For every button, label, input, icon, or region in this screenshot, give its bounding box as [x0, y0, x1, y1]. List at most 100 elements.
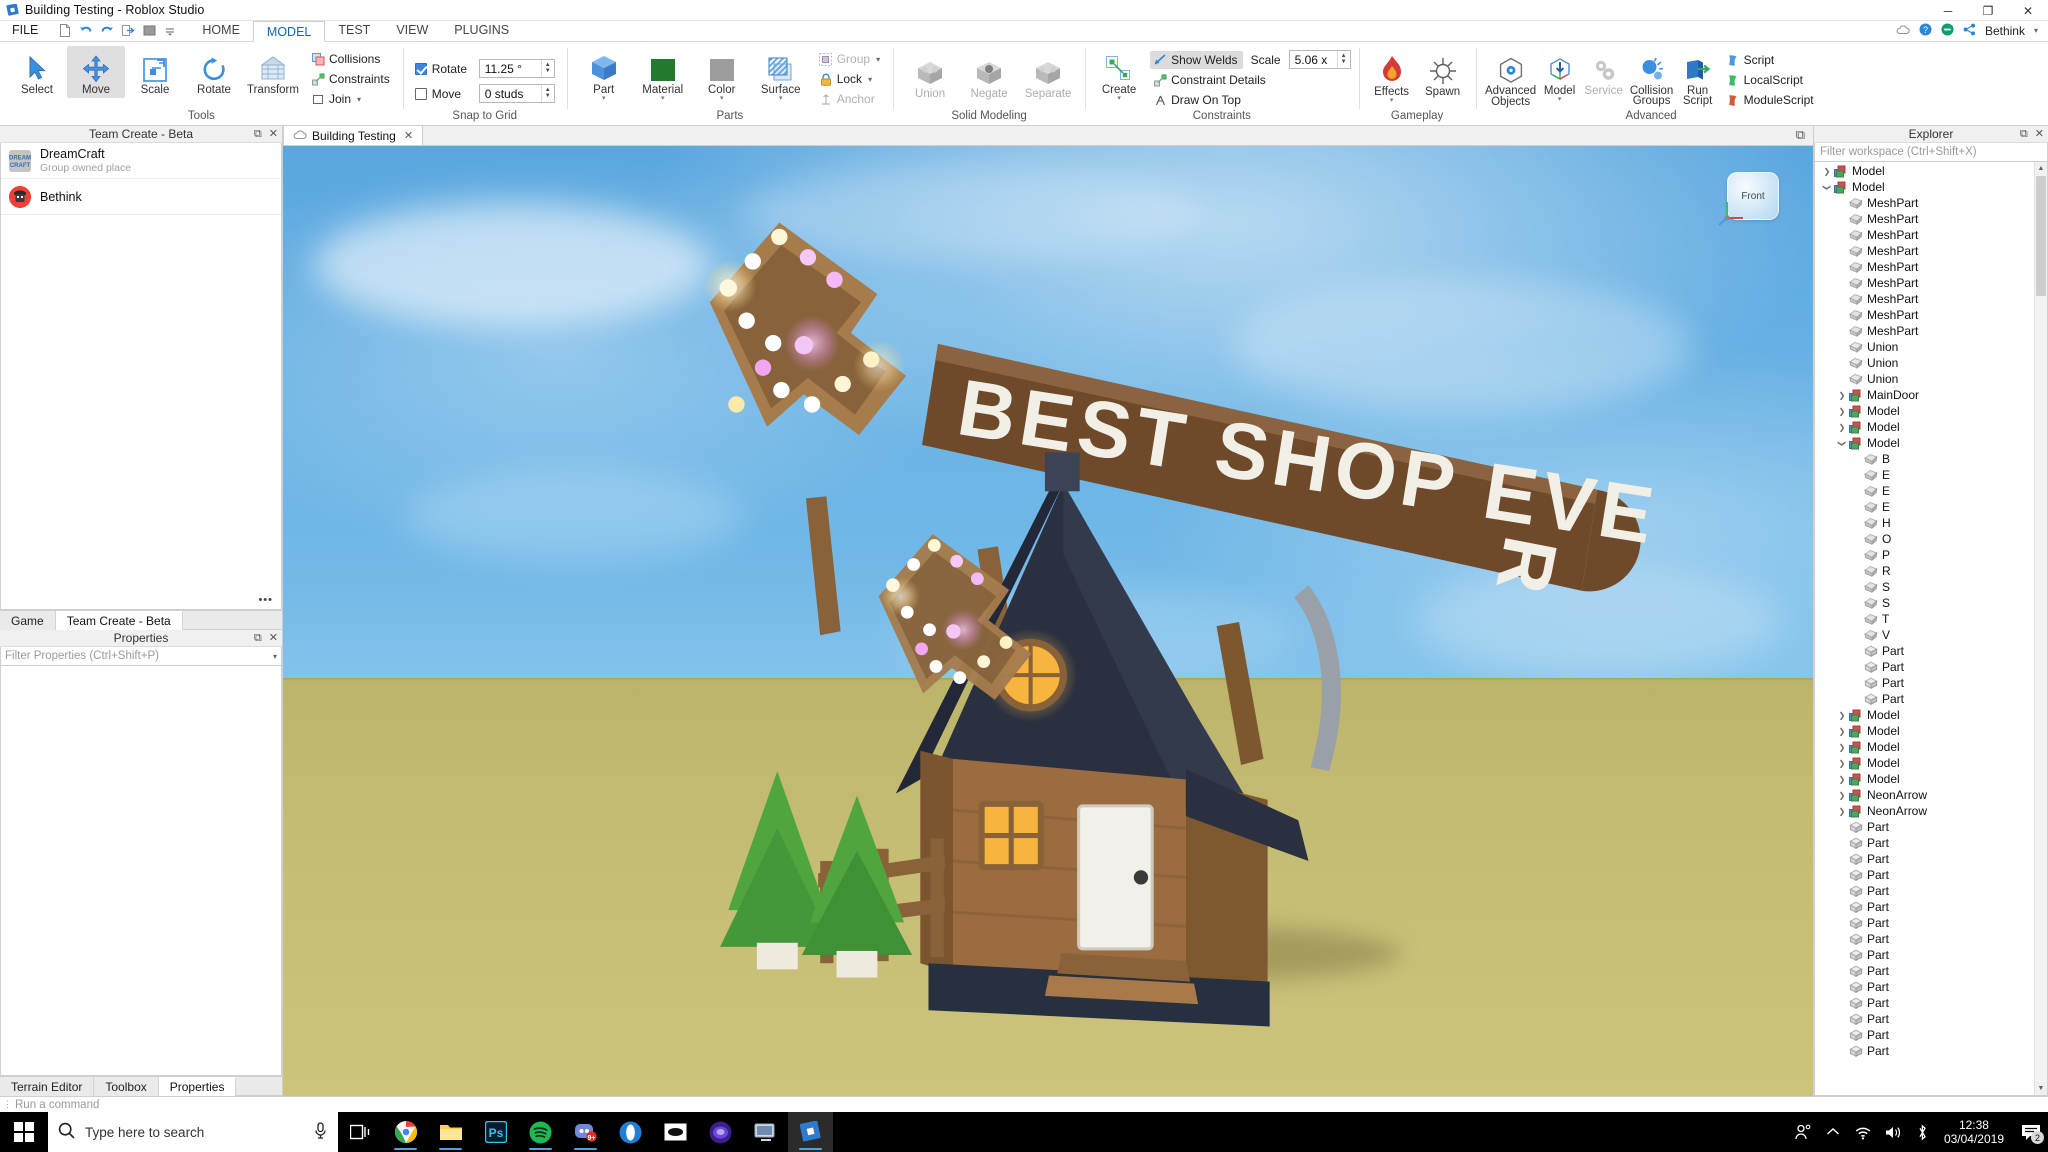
effects-button[interactable]: Effects ▾ — [1367, 48, 1417, 105]
explorer-item-meshpart[interactable]: MeshPart — [1815, 323, 2034, 339]
team-create-overflow-menu[interactable]: ••• — [258, 594, 273, 606]
explorer-filter-input[interactable]: Filter workspace (Ctrl+Shift+X) — [1814, 143, 2048, 162]
float-panel-icon[interactable]: ⧉ — [2020, 129, 2028, 140]
explorer-item-model[interactable]: ❯Model — [1815, 771, 2034, 787]
constraint-scale-stepper[interactable]: ▲▼ — [1337, 51, 1350, 68]
explorer-scrollbar[interactable]: ▲ ▼ — [2034, 162, 2047, 1095]
share-icon[interactable] — [1963, 23, 1976, 39]
tab-properties[interactable]: Properties — [159, 1077, 237, 1096]
explorer-item-union[interactable]: Union — [1815, 355, 2034, 371]
explorer-item-b[interactable]: B — [1815, 451, 2034, 467]
explorer-item-part[interactable]: Part — [1815, 835, 2034, 851]
chevron-right-icon[interactable]: ❯ — [1836, 775, 1848, 784]
explorer-item-part[interactable]: Part — [1815, 931, 2034, 947]
part-caret-icon[interactable]: ▾ — [602, 96, 606, 101]
3d-viewport[interactable]: BEST SHOP EVE R — [283, 146, 1813, 1096]
collision-groups-button[interactable]: Collision Groups — [1627, 47, 1677, 108]
chevron-right-icon[interactable]: ❯ — [1836, 807, 1848, 816]
chevron-right-icon[interactable]: ❯ — [1836, 727, 1848, 736]
move-tool-button[interactable]: Move — [67, 46, 125, 98]
union-button[interactable]: Union — [901, 50, 959, 102]
people-icon[interactable] — [1788, 1112, 1818, 1152]
effects-caret-icon[interactable]: ▾ — [1390, 98, 1394, 103]
rotate-tool-button[interactable]: Rotate — [185, 46, 243, 98]
new-icon[interactable] — [56, 22, 74, 39]
tab-home[interactable]: HOME — [189, 20, 253, 41]
color-button[interactable]: Color ▾ — [693, 46, 751, 103]
start-button[interactable] — [0, 1112, 48, 1152]
explorer-item-meshpart[interactable]: MeshPart — [1815, 291, 2034, 307]
modulescript-button[interactable]: ModuleScript — [1723, 91, 1819, 109]
tab-toolbox[interactable]: Toolbox — [94, 1077, 158, 1096]
undo-icon[interactable] — [77, 22, 95, 39]
explorer-item-meshpart[interactable]: MeshPart — [1815, 195, 2034, 211]
snap-rotate-stepper[interactable]: ▲▼ — [541, 60, 554, 77]
color-caret-icon[interactable]: ▾ — [720, 96, 724, 101]
opera-gx-icon[interactable] — [608, 1112, 653, 1152]
oculus-icon[interactable] — [653, 1112, 698, 1152]
constraint-scale-input[interactable]: 5.06 x ▲▼ — [1289, 50, 1351, 69]
cloud-status-icon[interactable] — [1896, 23, 1910, 38]
explorer-item-meshpart[interactable]: MeshPart — [1815, 227, 2034, 243]
transform-tool-button[interactable]: Transform — [244, 46, 302, 98]
explorer-item-s[interactable]: S — [1815, 595, 2034, 611]
surface-button[interactable]: Surface ▾ — [752, 46, 810, 103]
explorer-item-union[interactable]: Union — [1815, 371, 2034, 387]
explorer-item-union[interactable]: Union — [1815, 339, 2034, 355]
explorer-item-model[interactable]: ❯Model — [1815, 723, 2034, 739]
part-button[interactable]: Part ▾ — [575, 46, 633, 103]
file-explorer-icon[interactable] — [428, 1112, 473, 1152]
explorer-item-part[interactable]: Part — [1815, 675, 2034, 691]
snap-move-input[interactable]: 0 studs ▲▼ — [479, 84, 555, 103]
explorer-item-part[interactable]: Part — [1815, 819, 2034, 835]
explorer-item-r[interactable]: R — [1815, 563, 2034, 579]
show-welds-toggle[interactable]: Show Welds — [1150, 51, 1242, 69]
float-panel-icon[interactable]: ⧉ — [1796, 127, 1805, 143]
explorer-item-p[interactable]: P — [1815, 547, 2034, 563]
material-button[interactable]: Material ▾ — [634, 46, 692, 103]
chevron-right-icon[interactable]: ❯ — [1836, 759, 1848, 768]
explorer-item-part[interactable]: Part — [1815, 1011, 2034, 1027]
document-tab-building-testing[interactable]: Building Testing ✕ — [283, 125, 423, 145]
explorer-item-part[interactable]: Part — [1815, 643, 2034, 659]
anchor-button[interactable]: Anchor — [816, 90, 885, 108]
float-panel-icon[interactable]: ⧉ — [254, 633, 262, 644]
explorer-item-model[interactable]: ❯Model — [1815, 707, 2034, 723]
remote-desktop-icon[interactable] — [743, 1112, 788, 1152]
explorer-item-meshpart[interactable]: MeshPart — [1815, 243, 2034, 259]
tab-view[interactable]: VIEW — [383, 20, 441, 41]
view-cube[interactable]: Front — [1727, 172, 1779, 220]
task-view-icon[interactable] — [338, 1112, 383, 1152]
microphone-icon[interactable] — [313, 1122, 328, 1142]
group-caret-icon[interactable]: ▾ — [876, 55, 880, 64]
model-import-caret-icon[interactable]: ▾ — [1558, 97, 1562, 102]
select-tool-button[interactable]: Select — [8, 46, 66, 98]
close-tab-icon[interactable]: ✕ — [404, 129, 413, 142]
scroll-down-icon[interactable]: ▼ — [2035, 1082, 2047, 1095]
explorer-item-t[interactable]: T — [1815, 611, 2034, 627]
chevron-right-icon[interactable]: ❯ — [1821, 167, 1833, 176]
file-menu[interactable]: FILE — [0, 20, 50, 41]
status-online-icon[interactable] — [1941, 23, 1954, 39]
spotify-icon[interactable] — [518, 1112, 563, 1152]
explorer-item-e[interactable]: E — [1815, 483, 2034, 499]
chevron-down-icon[interactable]: ❯ — [1823, 181, 1832, 193]
explorer-item-e[interactable]: E — [1815, 467, 2034, 483]
explorer-item-model[interactable]: ❯Model — [1815, 435, 2034, 451]
action-center-button[interactable]: 2 — [2014, 1112, 2048, 1152]
scrollbar-thumb[interactable] — [2036, 176, 2046, 296]
snap-move-checkbox[interactable] — [415, 88, 427, 100]
wifi-icon[interactable] — [1848, 1112, 1878, 1152]
explorer-item-part[interactable]: Part — [1815, 947, 2034, 963]
explorer-item-part[interactable]: Part — [1815, 691, 2034, 707]
join-toggle[interactable]: Join ▾ — [308, 90, 395, 108]
command-bar-grip[interactable]: ⋮ — [3, 1099, 11, 1110]
explorer-item-part[interactable]: Part — [1815, 851, 2034, 867]
explorer-item-neonarrow[interactable]: ❯NeonArrow — [1815, 787, 2034, 803]
explorer-item-part[interactable]: Part — [1815, 867, 2034, 883]
model-import-button[interactable]: Model ▾ — [1539, 47, 1581, 104]
explorer-item-part[interactable]: Part — [1815, 883, 2034, 899]
create-constraint-button[interactable]: Create ▾ — [1093, 46, 1145, 103]
search-input[interactable]: Type here to search — [48, 1112, 338, 1152]
close-panel-icon[interactable]: ✕ — [269, 633, 278, 644]
